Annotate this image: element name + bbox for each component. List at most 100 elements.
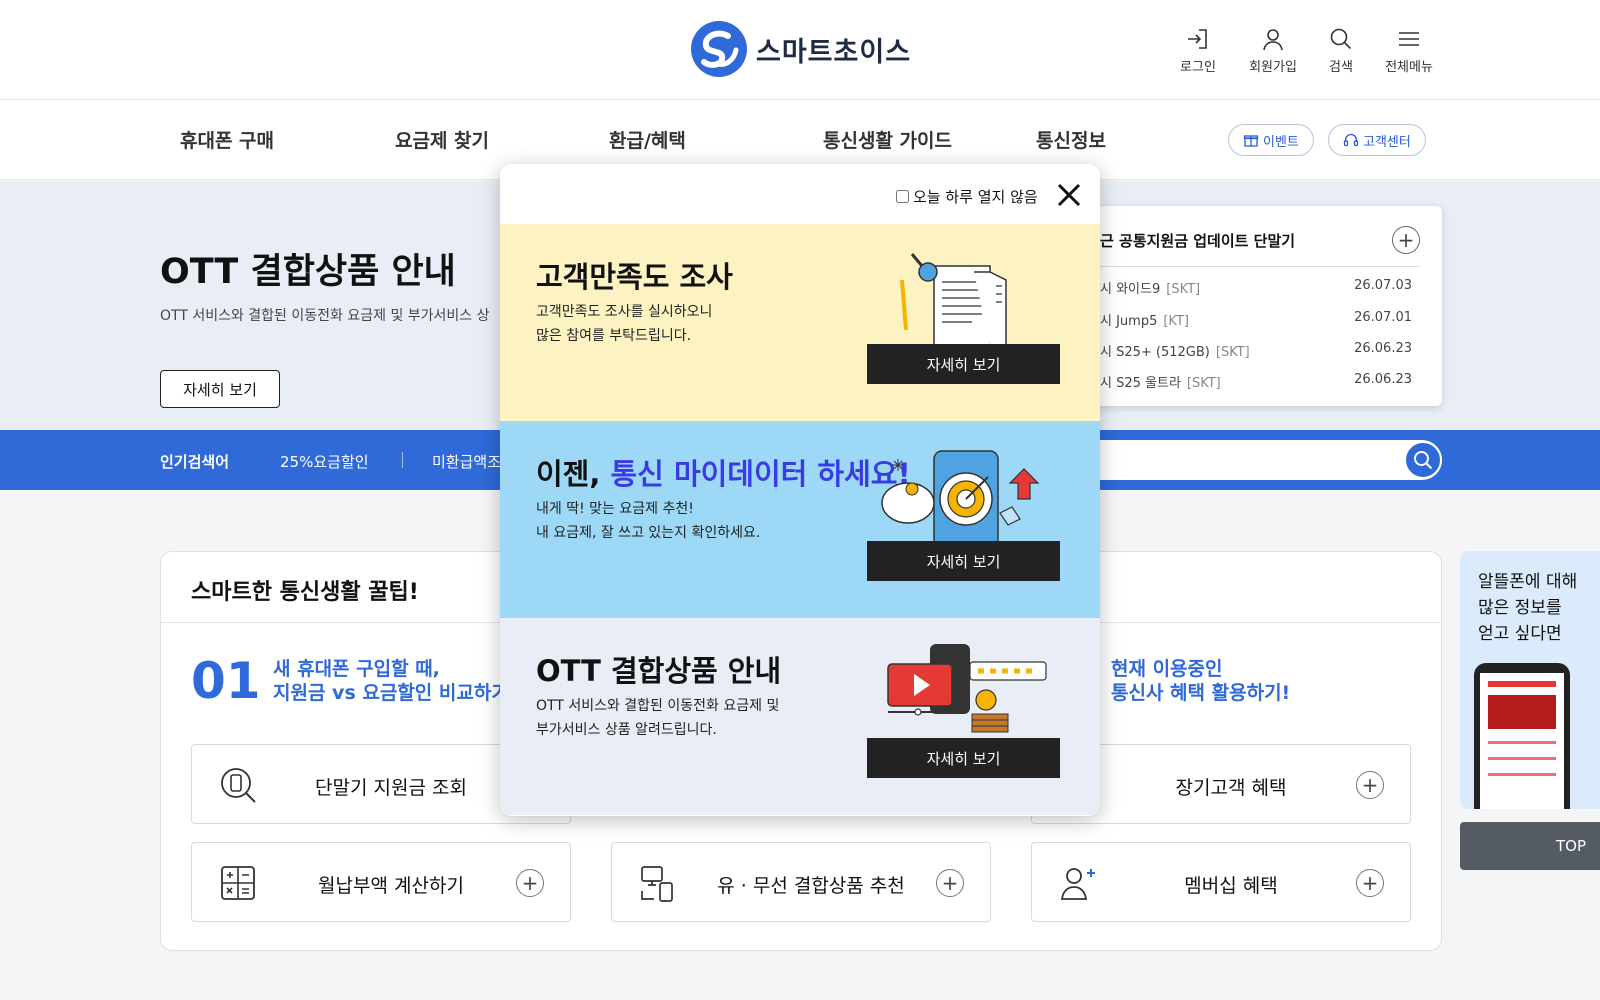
update-date: 26.06.23 xyxy=(1354,341,1412,356)
phone-search-icon xyxy=(221,768,256,803)
screen-banner xyxy=(1488,695,1556,729)
tips-title: 스마트한 통신생활 꿀팁! xyxy=(191,580,419,605)
list-item[interactable]: 시 S25 울트라 [SKT] 26.06.23 xyxy=(1100,372,1412,394)
popular-keyword[interactable]: 25%요금할인 xyxy=(280,451,369,472)
screen-line xyxy=(1488,757,1556,760)
divider xyxy=(1100,266,1420,267)
login-label: 로그인 xyxy=(1180,60,1216,75)
headset-icon xyxy=(1343,133,1359,147)
nav-item-phone-purchase[interactable]: 휴대폰 구매 xyxy=(180,126,274,153)
update-date: 26.07.03 xyxy=(1354,278,1412,293)
list-item[interactable]: 시 S25+ (512GB) [SKT] 26.06.23 xyxy=(1100,341,1412,363)
login-link[interactable]: 로그인 xyxy=(1163,26,1233,75)
event-button[interactable]: 이벤트 xyxy=(1228,124,1314,156)
signup-label: 회원가입 xyxy=(1249,60,1297,75)
gift-icon xyxy=(1243,135,1259,147)
panel-desc: OTT 서비스와 결합된 이동전화 요금제 및 부가서비스 상품 알려드립니다. xyxy=(536,694,779,742)
search-link[interactable]: 검색 xyxy=(1306,26,1376,75)
tip-heading-right: 현재 이용중인 통신사 혜택 활용하기! xyxy=(1111,657,1290,705)
all-menu-link[interactable]: 전체메뉴 xyxy=(1374,26,1444,75)
support-center-button[interactable]: 고객센터 xyxy=(1328,124,1426,156)
search-submit-button[interactable] xyxy=(1404,441,1442,479)
signup-link[interactable]: 회원가입 xyxy=(1238,26,1308,75)
tip-number: 01 xyxy=(191,652,261,710)
screen-bar xyxy=(1488,681,1556,687)
list-item[interactable]: 시 Jump5 [KT] 26.07.01 xyxy=(1100,310,1412,332)
notice-popup: 오늘 하루 열지 않음 고객만족도 조사 고객만족도 조사를 실시하오니 많은 … xyxy=(500,164,1100,816)
plus-icon: + xyxy=(1397,228,1415,252)
panel-desc-line: 내게 딱! 맞는 요금제 추천! xyxy=(536,501,694,517)
panel-desc: 내게 딱! 맞는 요금제 추천! 내 요금제, 잘 쓰고 있는지 확인하세요. xyxy=(536,497,760,545)
hero-detail-button[interactable]: 자세히 보기 xyxy=(160,370,280,408)
nav-item-telecom-guide[interactable]: 통신생활 가이드 xyxy=(823,126,952,153)
bill-calculator-card[interactable]: 월납부액 계산하기 + xyxy=(191,842,571,922)
survey-document-illustration xyxy=(888,253,1018,347)
search-icon xyxy=(1414,451,1433,470)
panel-desc-line: 고객만족도 조사를 실시하오니 xyxy=(536,304,713,320)
tip-heading-line: 지원금 vs 요금할인 비교하기 xyxy=(273,682,509,704)
screen-line xyxy=(1488,741,1556,744)
devices-icon xyxy=(641,866,673,902)
tip-heading-line: 통신사 혜택 활용하기! xyxy=(1111,682,1291,704)
device-name: 시 와이드9 xyxy=(1100,282,1161,297)
user-add-icon xyxy=(1060,868,1095,900)
popular-keyword[interactable]: 미환급액조 xyxy=(432,451,501,472)
tip-heading-line: 현재 이용중인 xyxy=(1111,658,1223,680)
membership-benefit-card[interactable]: 멤버십 혜택 + xyxy=(1031,842,1411,922)
bundle-recommend-card[interactable]: 유 · 무선 결합상품 추천 + xyxy=(611,842,991,922)
all-menu-label: 전체메뉴 xyxy=(1385,60,1433,75)
calculator-icon xyxy=(221,866,255,900)
survey-panel: 고객만족도 조사 고객만족도 조사를 실시하오니 많은 참여를 부탁드립니다. … xyxy=(500,224,1100,421)
plus-icon: + xyxy=(1356,771,1384,799)
dont-show-today-option[interactable]: 오늘 하루 열지 않음 xyxy=(896,186,1038,207)
user-icon xyxy=(1263,29,1283,51)
event-label: 이벤트 xyxy=(1263,134,1299,150)
subsidy-more-button[interactable]: + xyxy=(1392,226,1420,254)
site-header: 스마트초이스 로그인 회원가입 검색 전체메뉴 xyxy=(0,0,1600,100)
support-center-label: 고객센터 xyxy=(1363,134,1411,150)
screen-line xyxy=(1488,773,1556,776)
mydata-detail-button[interactable]: 자세히 보기 xyxy=(867,541,1060,581)
nav-item-plan-finder[interactable]: 요금제 찾기 xyxy=(395,126,489,153)
subsidy-update-box: 근 공통지원금 업데이트 단말기 + 시 와이드9 [SKT] 26.07.03 … xyxy=(1080,206,1442,406)
panel-desc-line: 내 요금제, 잘 쓰고 있는지 확인하세요. xyxy=(536,525,761,541)
panel-desc-line: 부가서비스 상품 알려드립니다. xyxy=(536,722,717,738)
panel-title: OTT 결합상품 안내 xyxy=(536,654,782,688)
search-input[interactable] xyxy=(1082,440,1442,480)
panel-title: 이젠, 통신 마이데이터 하세요! xyxy=(536,451,911,493)
scroll-top-button[interactable]: TOP xyxy=(1460,822,1600,870)
dont-show-today-label: 오늘 하루 열지 않음 xyxy=(913,188,1038,206)
tip-heading-left: 새 휴대폰 구입할 때, 지원금 vs 요금할인 비교하기 xyxy=(273,657,509,705)
dont-show-today-checkbox[interactable] xyxy=(896,190,909,203)
plus-icon: + xyxy=(936,869,964,897)
nav-item-refund-benefits[interactable]: 환급/혜택 xyxy=(609,126,686,153)
nav-item-telecom-info[interactable]: 통신정보 xyxy=(1036,126,1106,153)
logo-text: 스마트초이스 xyxy=(756,36,912,68)
device-name: 시 S25+ (512GB) xyxy=(1100,345,1210,360)
ott-video-illustration xyxy=(887,644,1047,733)
popular-search-label: 인기검색어 xyxy=(160,453,230,471)
card-label: 멤버십 혜택 xyxy=(1184,875,1278,897)
hamburger-menu-icon xyxy=(1399,32,1419,46)
panel-title-prefix: 이젠, xyxy=(536,457,611,491)
close-icon[interactable] xyxy=(1056,182,1082,208)
panel-desc-line: 많은 참여를 부탁드립니다. xyxy=(536,328,692,344)
divider xyxy=(402,452,403,468)
panel-title-highlight: 통신 마이데이터 하세요! xyxy=(610,457,911,491)
side-banner-text: 알뜰폰에 대해 많은 정보를 얻고 싶다면 xyxy=(1478,572,1578,644)
site-logo[interactable]: 스마트초이스 xyxy=(690,20,911,78)
list-item[interactable]: 시 와이드9 [SKT] 26.07.03 xyxy=(1100,278,1412,300)
subsidy-update-title: 근 공통지원금 업데이트 단말기 xyxy=(1100,232,1296,250)
search-icon xyxy=(1330,28,1352,50)
update-date: 26.07.01 xyxy=(1354,310,1412,325)
device-name: 시 Jump5 xyxy=(1100,314,1158,329)
hero-desc: OTT 서비스와 결합된 이동전화 요금제 및 부가서비스 상 xyxy=(160,308,490,324)
carrier-tag: [KT] xyxy=(1163,314,1189,329)
panel-title: 고객만족도 조사 xyxy=(536,260,733,294)
carrier-tag: [SKT] xyxy=(1186,376,1221,391)
mvno-side-banner[interactable]: 알뜰폰에 대해 많은 정보를 얻고 싶다면 xyxy=(1460,551,1600,809)
card-label: 단말기 지원금 조회 xyxy=(315,777,467,799)
ott-detail-button[interactable]: 자세히 보기 xyxy=(867,738,1060,778)
card-label: 유 · 무선 결합상품 추천 xyxy=(717,875,905,897)
survey-detail-button[interactable]: 자세히 보기 xyxy=(867,344,1060,384)
